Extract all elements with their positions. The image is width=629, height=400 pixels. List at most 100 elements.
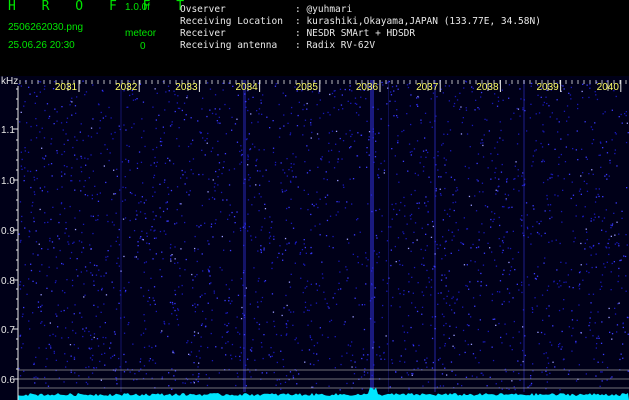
noise-dot xyxy=(237,331,239,333)
noise-dot xyxy=(105,256,107,258)
noise-dot xyxy=(89,262,91,264)
noise-dot xyxy=(590,254,592,256)
noise-dot xyxy=(142,239,144,241)
noise-dot xyxy=(541,371,543,373)
noise-dot xyxy=(346,238,349,240)
noise-dot xyxy=(366,120,368,122)
noise-dot xyxy=(173,352,175,354)
noise-dot xyxy=(159,140,162,143)
noise-dot xyxy=(537,331,539,333)
noise-dot xyxy=(298,373,300,375)
noise-dot xyxy=(351,354,354,356)
noise-dot xyxy=(193,331,196,333)
noise-dot xyxy=(442,363,444,365)
noise-dot xyxy=(125,158,127,160)
noise-dot xyxy=(603,217,606,219)
noise-dot xyxy=(75,332,77,334)
noise-dot xyxy=(592,335,594,337)
noise-dot xyxy=(367,354,369,356)
noise-dot xyxy=(592,245,594,247)
noise-dot xyxy=(20,151,22,153)
noise-dot xyxy=(426,366,428,368)
time-label: 2032 xyxy=(115,82,138,93)
noise-dot xyxy=(265,169,267,171)
noise-dot xyxy=(376,253,378,255)
noise-dot xyxy=(526,130,528,132)
noise-dot xyxy=(35,137,38,139)
noise-dot xyxy=(477,269,480,271)
noise-dot xyxy=(421,263,423,265)
noise-dot xyxy=(201,294,203,296)
noise-dot xyxy=(34,382,36,384)
noise-dot xyxy=(190,341,193,344)
noise-dot xyxy=(304,361,306,363)
noise-dot xyxy=(256,158,258,161)
noise-dot xyxy=(422,170,425,172)
signal-streak xyxy=(523,80,525,392)
noise-dot xyxy=(498,322,500,325)
noise-dot xyxy=(488,130,490,132)
noise-dot xyxy=(618,275,620,277)
noise-dot xyxy=(362,348,365,350)
noise-dot xyxy=(381,230,383,233)
noise-dot xyxy=(288,242,290,244)
noise-dot xyxy=(595,375,597,377)
noise-dot xyxy=(45,382,47,384)
noise-dot xyxy=(240,352,242,354)
noise-dot xyxy=(139,361,141,363)
noise-dot xyxy=(413,231,415,233)
noise-dot xyxy=(32,253,34,255)
noise-dot xyxy=(537,266,539,268)
noise-dot xyxy=(171,121,173,123)
noise-dot xyxy=(399,360,401,362)
noise-dot xyxy=(84,266,87,268)
noise-dot xyxy=(495,324,497,326)
noise-dot xyxy=(335,303,338,305)
noise-dot xyxy=(495,265,498,267)
time-label: 2038 xyxy=(476,82,499,93)
noise-dot xyxy=(431,337,434,340)
noise-dot xyxy=(48,266,50,268)
noise-dot xyxy=(118,302,120,304)
noise-dot xyxy=(134,256,136,258)
noise-dot xyxy=(224,323,226,326)
noise-dot xyxy=(485,284,488,287)
noise-dot xyxy=(543,131,545,133)
noise-dot xyxy=(337,161,339,163)
noise-dot xyxy=(543,101,545,104)
noise-dot xyxy=(127,323,129,326)
noise-dot xyxy=(501,388,503,390)
noise-dot xyxy=(154,191,156,193)
noise-dot xyxy=(299,252,302,254)
noise-dot xyxy=(123,332,126,334)
noise-dot xyxy=(82,139,84,142)
noise-dot xyxy=(509,345,511,347)
noise-dot xyxy=(418,202,420,204)
noise-dot xyxy=(91,359,93,361)
noise-dot xyxy=(554,194,556,196)
noise-dot xyxy=(142,332,145,334)
noise-dot xyxy=(478,239,480,241)
noise-dot xyxy=(508,261,510,264)
noise-dot xyxy=(62,263,64,265)
noise-dot xyxy=(179,267,181,270)
noise-dot xyxy=(258,328,260,330)
noise-dot xyxy=(543,353,545,355)
noise-dot xyxy=(41,304,43,306)
noise-dot xyxy=(458,354,461,356)
noise-dot xyxy=(565,146,567,148)
noise-dot xyxy=(225,342,227,344)
noise-dot xyxy=(35,376,37,378)
noise-dot xyxy=(582,279,584,281)
noise-dot xyxy=(131,93,134,95)
noise-dot xyxy=(540,220,542,222)
noise-dot xyxy=(144,320,146,322)
noise-dot xyxy=(166,208,168,210)
noise-dot xyxy=(159,216,162,218)
noise-dot xyxy=(542,104,544,106)
noise-dot xyxy=(310,213,312,216)
noise-dot xyxy=(425,205,427,207)
noise-dot xyxy=(284,237,287,240)
noise-dot xyxy=(585,228,587,230)
noise-dot xyxy=(106,148,108,150)
